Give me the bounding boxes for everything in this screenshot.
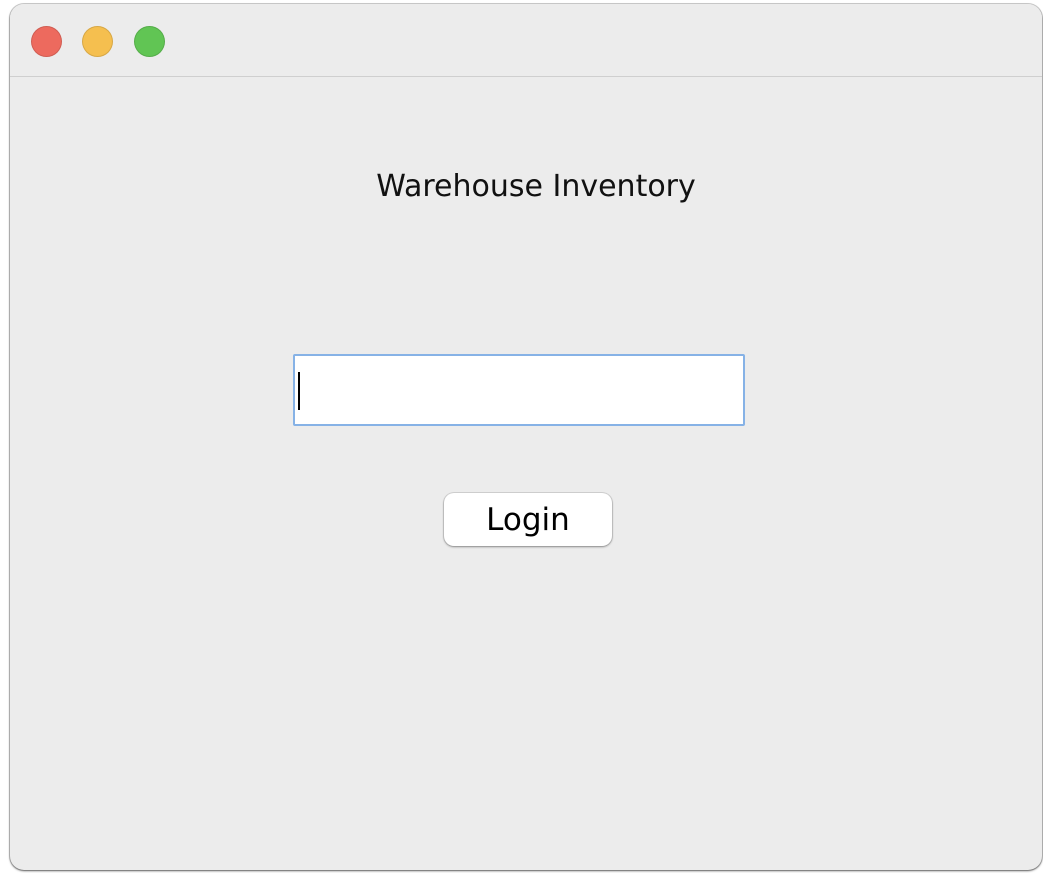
- app-title: Warehouse Inventory: [376, 169, 696, 204]
- close-traffic-light-icon[interactable]: [31, 26, 62, 57]
- login-button[interactable]: Login: [444, 493, 612, 546]
- title-bar[interactable]: [10, 4, 1042, 77]
- login-input[interactable]: [293, 354, 745, 426]
- minimize-traffic-light-icon[interactable]: [82, 26, 113, 57]
- zoom-traffic-light-icon[interactable]: [134, 26, 165, 57]
- app-window: Warehouse Inventory Login: [10, 4, 1042, 870]
- text-caret: [298, 372, 300, 410]
- window-content: Warehouse Inventory Login: [10, 77, 1042, 870]
